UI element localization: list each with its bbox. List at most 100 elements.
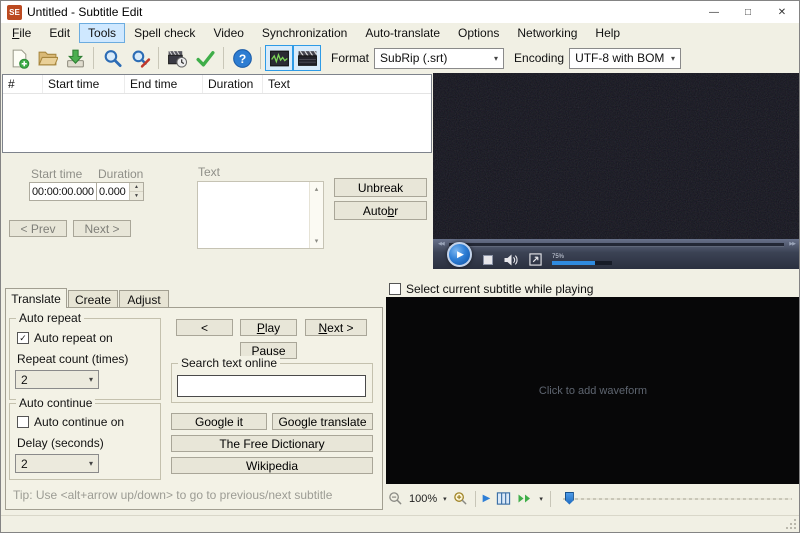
play-subtitle-button[interactable]: Play [240, 319, 297, 336]
scroll-down-icon[interactable]: ▾ [315, 237, 319, 245]
visual-sync-button[interactable] [163, 45, 191, 71]
position-slider[interactable] [562, 491, 792, 507]
waveform-zoom-level: 100% [409, 492, 438, 505]
spell-check-button[interactable] [191, 45, 219, 71]
free-dictionary-button[interactable]: The Free Dictionary [171, 435, 373, 452]
next-button[interactable]: Next > [305, 319, 367, 336]
separator [549, 490, 551, 507]
subtitle-list-body[interactable] [3, 94, 431, 152]
video-player[interactable]: ◀◀ ▶▶ ▶ 75% [433, 73, 799, 269]
repeat-count-value: 2 [21, 372, 28, 387]
duration-label: Duration [98, 167, 144, 181]
duration-value: 0.000 [99, 186, 126, 198]
spin-down-icon[interactable]: ▼ [130, 192, 143, 200]
menu-item-options[interactable]: Options [449, 23, 508, 43]
clapperboard-icon [297, 50, 317, 66]
subtitle-text-input[interactable]: ▴ ▾ [197, 181, 324, 249]
duration-spinner: ▲ ▼ [129, 183, 143, 200]
auto-continue-group-title: Auto continue [16, 396, 96, 410]
back-button[interactable]: < [176, 319, 233, 336]
play-button[interactable]: ▶ [447, 242, 472, 267]
google-translate-button[interactable]: Google translate [272, 413, 373, 430]
delay-select[interactable]: 2 ▾ [15, 454, 99, 473]
svg-text:?: ? [238, 51, 245, 65]
menu-item-file[interactable]: File [3, 23, 40, 43]
maximize-button[interactable]: □ [731, 1, 765, 23]
stop-button[interactable] [483, 254, 493, 265]
menu-item-help[interactable]: Help [586, 23, 629, 43]
column-header-end-time[interactable]: End time [125, 75, 203, 93]
menu-item-tools[interactable]: Tools [79, 23, 126, 43]
duration-input[interactable]: 0.000 ▲ ▼ [96, 182, 144, 201]
waveform-play-button[interactable]: ▶ [480, 490, 494, 508]
speed-dropdown-caret[interactable]: ▾ [536, 495, 546, 503]
mute-button[interactable] [503, 253, 519, 267]
next-subtitle-button[interactable]: Next > [73, 220, 131, 237]
columns-icon [497, 492, 511, 505]
help-button[interactable]: ? [228, 45, 256, 71]
video-toggle-button[interactable] [293, 45, 321, 71]
toolbar-separator [158, 47, 159, 69]
position-slider-thumb[interactable] [564, 491, 574, 505]
waveform-toggle-button[interactable] [265, 45, 293, 71]
select-current-subtitle-checkbox[interactable]: ✓ [389, 283, 401, 295]
help-icon: ? [232, 48, 252, 68]
column-header-text[interactable]: Text [263, 75, 431, 93]
spin-up-icon[interactable]: ▲ [130, 183, 143, 192]
playback-speed-button[interactable] [514, 490, 536, 508]
tab-create[interactable]: Create [68, 290, 118, 308]
zoom-out-button[interactable] [385, 490, 406, 508]
search-text-input[interactable] [177, 375, 366, 397]
chevron-down-icon: ▾ [671, 53, 676, 63]
tab-translate[interactable]: Translate [5, 288, 67, 308]
zoom-in-button[interactable] [450, 490, 471, 508]
auto-continue-checkbox[interactable]: ✓ [17, 416, 29, 428]
find-button[interactable] [98, 45, 126, 71]
auto-br-button[interactable]: Auto br [334, 201, 427, 220]
menu-item-video[interactable]: Video [204, 23, 252, 43]
subtitle-list[interactable]: # Start time End time Duration Text [2, 74, 432, 153]
column-header-start-time[interactable]: Start time [43, 75, 125, 93]
close-button[interactable]: ✕ [765, 1, 799, 23]
minimize-button[interactable]: — [697, 1, 731, 23]
column-header-duration[interactable]: Duration [203, 75, 263, 93]
rewind-icon[interactable]: ◀◀ [438, 242, 445, 247]
tab-adjust[interactable]: Adjust [119, 290, 169, 308]
encoding-select[interactable]: UTF-8 with BOM ▾ [569, 47, 682, 69]
unbreak-button[interactable]: Unbreak [334, 178, 427, 197]
volume-slider[interactable] [552, 261, 612, 265]
subtitle-edit-panel: Start time 00:00:00.000 ▲ ▼ Duration 0.0… [1, 155, 433, 271]
columns-toggle-button[interactable] [493, 490, 514, 508]
google-it-button[interactable]: Google it [171, 413, 267, 430]
video-controls: ◀◀ ▶▶ ▶ 75% [433, 239, 799, 269]
column-header-number[interactable]: # [3, 75, 43, 93]
waveform-panel[interactable]: Click to add waveform [386, 297, 799, 484]
menu-item-edit[interactable]: Edit [40, 23, 79, 43]
fullscreen-button[interactable] [529, 253, 542, 266]
text-scrollbar[interactable]: ▴ ▾ [309, 182, 323, 248]
wikipedia-button[interactable]: Wikipedia [171, 457, 373, 474]
seek-bar[interactable] [448, 243, 785, 246]
menu-item-auto-translate[interactable]: Auto-translate [356, 23, 449, 43]
open-button[interactable] [33, 45, 61, 71]
menu-item-synchronization[interactable]: Synchronization [253, 23, 356, 43]
forward-icon[interactable]: ▶▶ [789, 242, 796, 247]
new-button[interactable] [5, 45, 33, 71]
menu-item-spell-check[interactable]: Spell check [125, 23, 204, 43]
format-select[interactable]: SubRip (.srt) ▾ [374, 47, 505, 69]
menu-item-networking[interactable]: Networking [508, 23, 586, 43]
scroll-up-icon[interactable]: ▴ [315, 185, 319, 193]
repeat-count-select[interactable]: 2 ▾ [15, 370, 99, 389]
chevron-down-icon: ▾ [88, 459, 93, 468]
encoding-value: UTF-8 with BOM [575, 51, 665, 65]
prev-subtitle-button[interactable]: < Prev [9, 220, 67, 237]
visual-sync-icon [167, 50, 187, 68]
resize-grip[interactable] [785, 518, 797, 530]
repeat-count-label: Repeat count (times) [17, 352, 129, 366]
next-label-key: N [318, 320, 328, 335]
zoom-dropdown-caret[interactable]: ▾ [440, 495, 450, 503]
replace-button[interactable] [126, 45, 154, 71]
auto-repeat-checkbox[interactable]: ✓ [17, 332, 29, 344]
save-button[interactable] [61, 45, 89, 71]
title-bar: SE Untitled - Subtitle Edit — □ ✕ [1, 1, 799, 23]
